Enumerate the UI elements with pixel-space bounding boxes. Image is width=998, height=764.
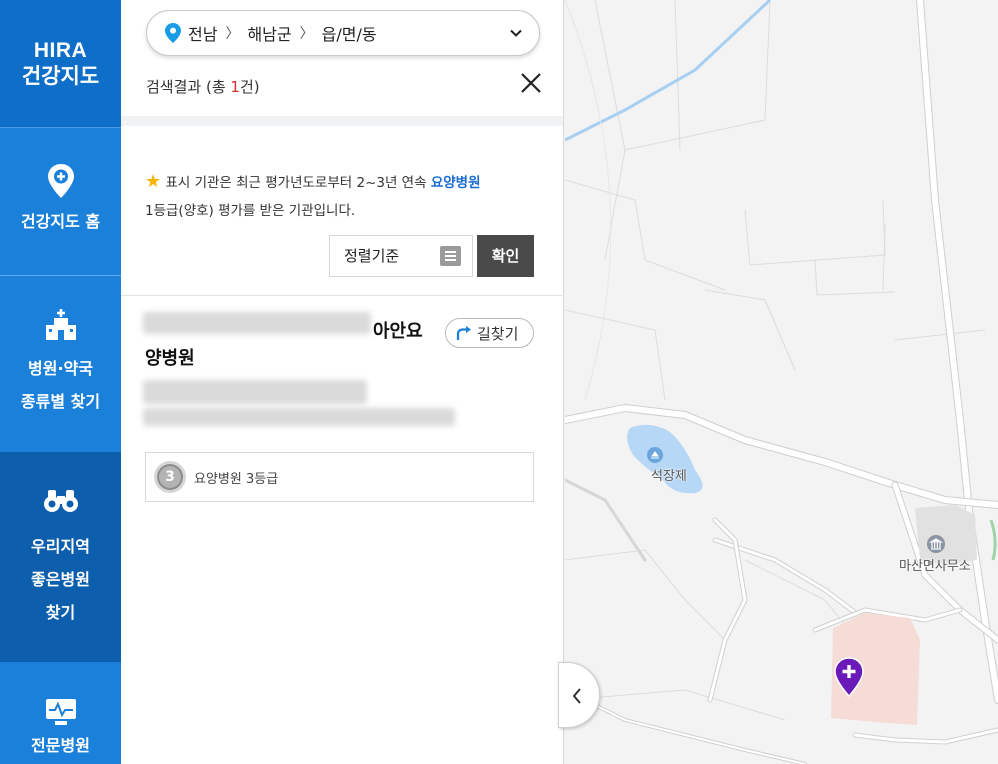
notice-highlight: 요양병원 — [430, 175, 481, 191]
star-icon: ★ — [145, 171, 162, 192]
search-result-count: 검색결과 (총 1건) — [146, 76, 260, 97]
evaluation-notice: ★ 표시 기관은 최근 평가년도로부터 2~3년 연속 요양병원 1등급(양호)… — [145, 168, 545, 225]
result-suffix: 건) — [239, 78, 260, 96]
binoculars-icon — [43, 490, 78, 512]
logo-text-hira: HIRA — [33, 38, 88, 62]
chevron-left-icon — [572, 688, 581, 704]
region-county: 해남군 — [247, 25, 292, 44]
map-view[interactable]: 석장제 마산면사무소 — [561, 0, 998, 764]
nav-item-good-hospitals-label: 우리지역 좋은병원 찾기 — [31, 537, 90, 622]
reservoir-icon — [647, 447, 663, 463]
hira-logo[interactable]: HIRA 건강지도 — [0, 0, 121, 128]
nav-item-home-label: 건강지도 홈 — [20, 212, 101, 231]
location-pin-icon — [47, 164, 74, 198]
nav-item-good-hospitals[interactable]: 우리지역 좋은병원 찾기 — [0, 452, 121, 662]
search-result-panel: 전남 〉 해남군 〉 읍/면/동 검색결과 (총 1건) ★ 표시 기관은 최근… — [121, 0, 564, 764]
directions-button[interactable]: 길찾기 — [445, 318, 534, 348]
nav-item-specialty[interactable]: 전문병원 — [0, 663, 121, 764]
region-province: 전남 — [188, 25, 218, 44]
nav-item-home[interactable]: 건강지도 홈 — [0, 129, 121, 275]
grade-badge-row: 3 요양병원 3등급 — [145, 452, 534, 502]
nav-item-hospital-types-label: 병원·약국 종류별 찾기 — [20, 359, 101, 411]
result-count: 1 — [230, 78, 240, 96]
nav-item-specialty-label: 전문병원 — [31, 736, 90, 755]
government-office-icon — [927, 535, 945, 553]
notice-text-2: 1등급(양호) 평가를 받은 기관입니다. — [145, 203, 356, 219]
location-pin-icon — [165, 23, 181, 43]
redacted-address — [143, 408, 455, 426]
hospital-name[interactable]: 아안요 양병원 — [145, 318, 435, 372]
logo-text-map: 건강지도 — [21, 63, 100, 88]
map-canvas[interactable] — [561, 0, 998, 764]
confirm-button[interactable]: 확인 — [477, 235, 534, 277]
map-label-lake: 석장제 — [651, 469, 687, 484]
map-label-office: 마산면사무소 — [899, 559, 971, 574]
sort-select[interactable]: 정렬기준 — [329, 235, 473, 277]
hospital-name-tail: 아안요 — [373, 321, 423, 342]
redacted-phone — [143, 380, 367, 404]
list-icon — [440, 246, 461, 266]
left-navigation: HIRA 건강지도 건강지도 홈 병원·약국 종류별 찾기 우리지역 좋은병원 … — [0, 0, 121, 764]
hospital-marker-icon[interactable] — [833, 657, 865, 697]
result-prefix: 검색결과 (총 — [146, 78, 231, 96]
notice-text-1: 표시 기관은 최근 평가년도로부터 2~3년 연속 — [165, 175, 431, 191]
heart-monitor-icon — [45, 699, 76, 725]
chevron-right-icon: 〉 — [225, 26, 240, 42]
chevron-right-icon: 〉 — [299, 26, 314, 42]
turn-arrow-icon — [456, 326, 471, 340]
grade-number-badge: 3 — [154, 461, 186, 493]
hospital-name-line2: 양병원 — [145, 348, 195, 369]
chevron-down-icon[interactable] — [509, 26, 523, 40]
region-town: 읍/면/동 — [321, 25, 377, 44]
location-selector[interactable]: 전남 〉 해남군 〉 읍/면/동 — [146, 10, 540, 56]
divider — [121, 295, 564, 296]
grade-text: 요양병원 3등급 — [194, 471, 279, 487]
sort-label: 정렬기준 — [344, 247, 400, 265]
nav-item-hospital-types[interactable]: 병원·약국 종류별 찾기 — [0, 276, 121, 451]
hospital-building-icon — [45, 309, 76, 340]
directions-label: 길찾기 — [477, 324, 519, 343]
close-icon[interactable] — [519, 71, 543, 95]
